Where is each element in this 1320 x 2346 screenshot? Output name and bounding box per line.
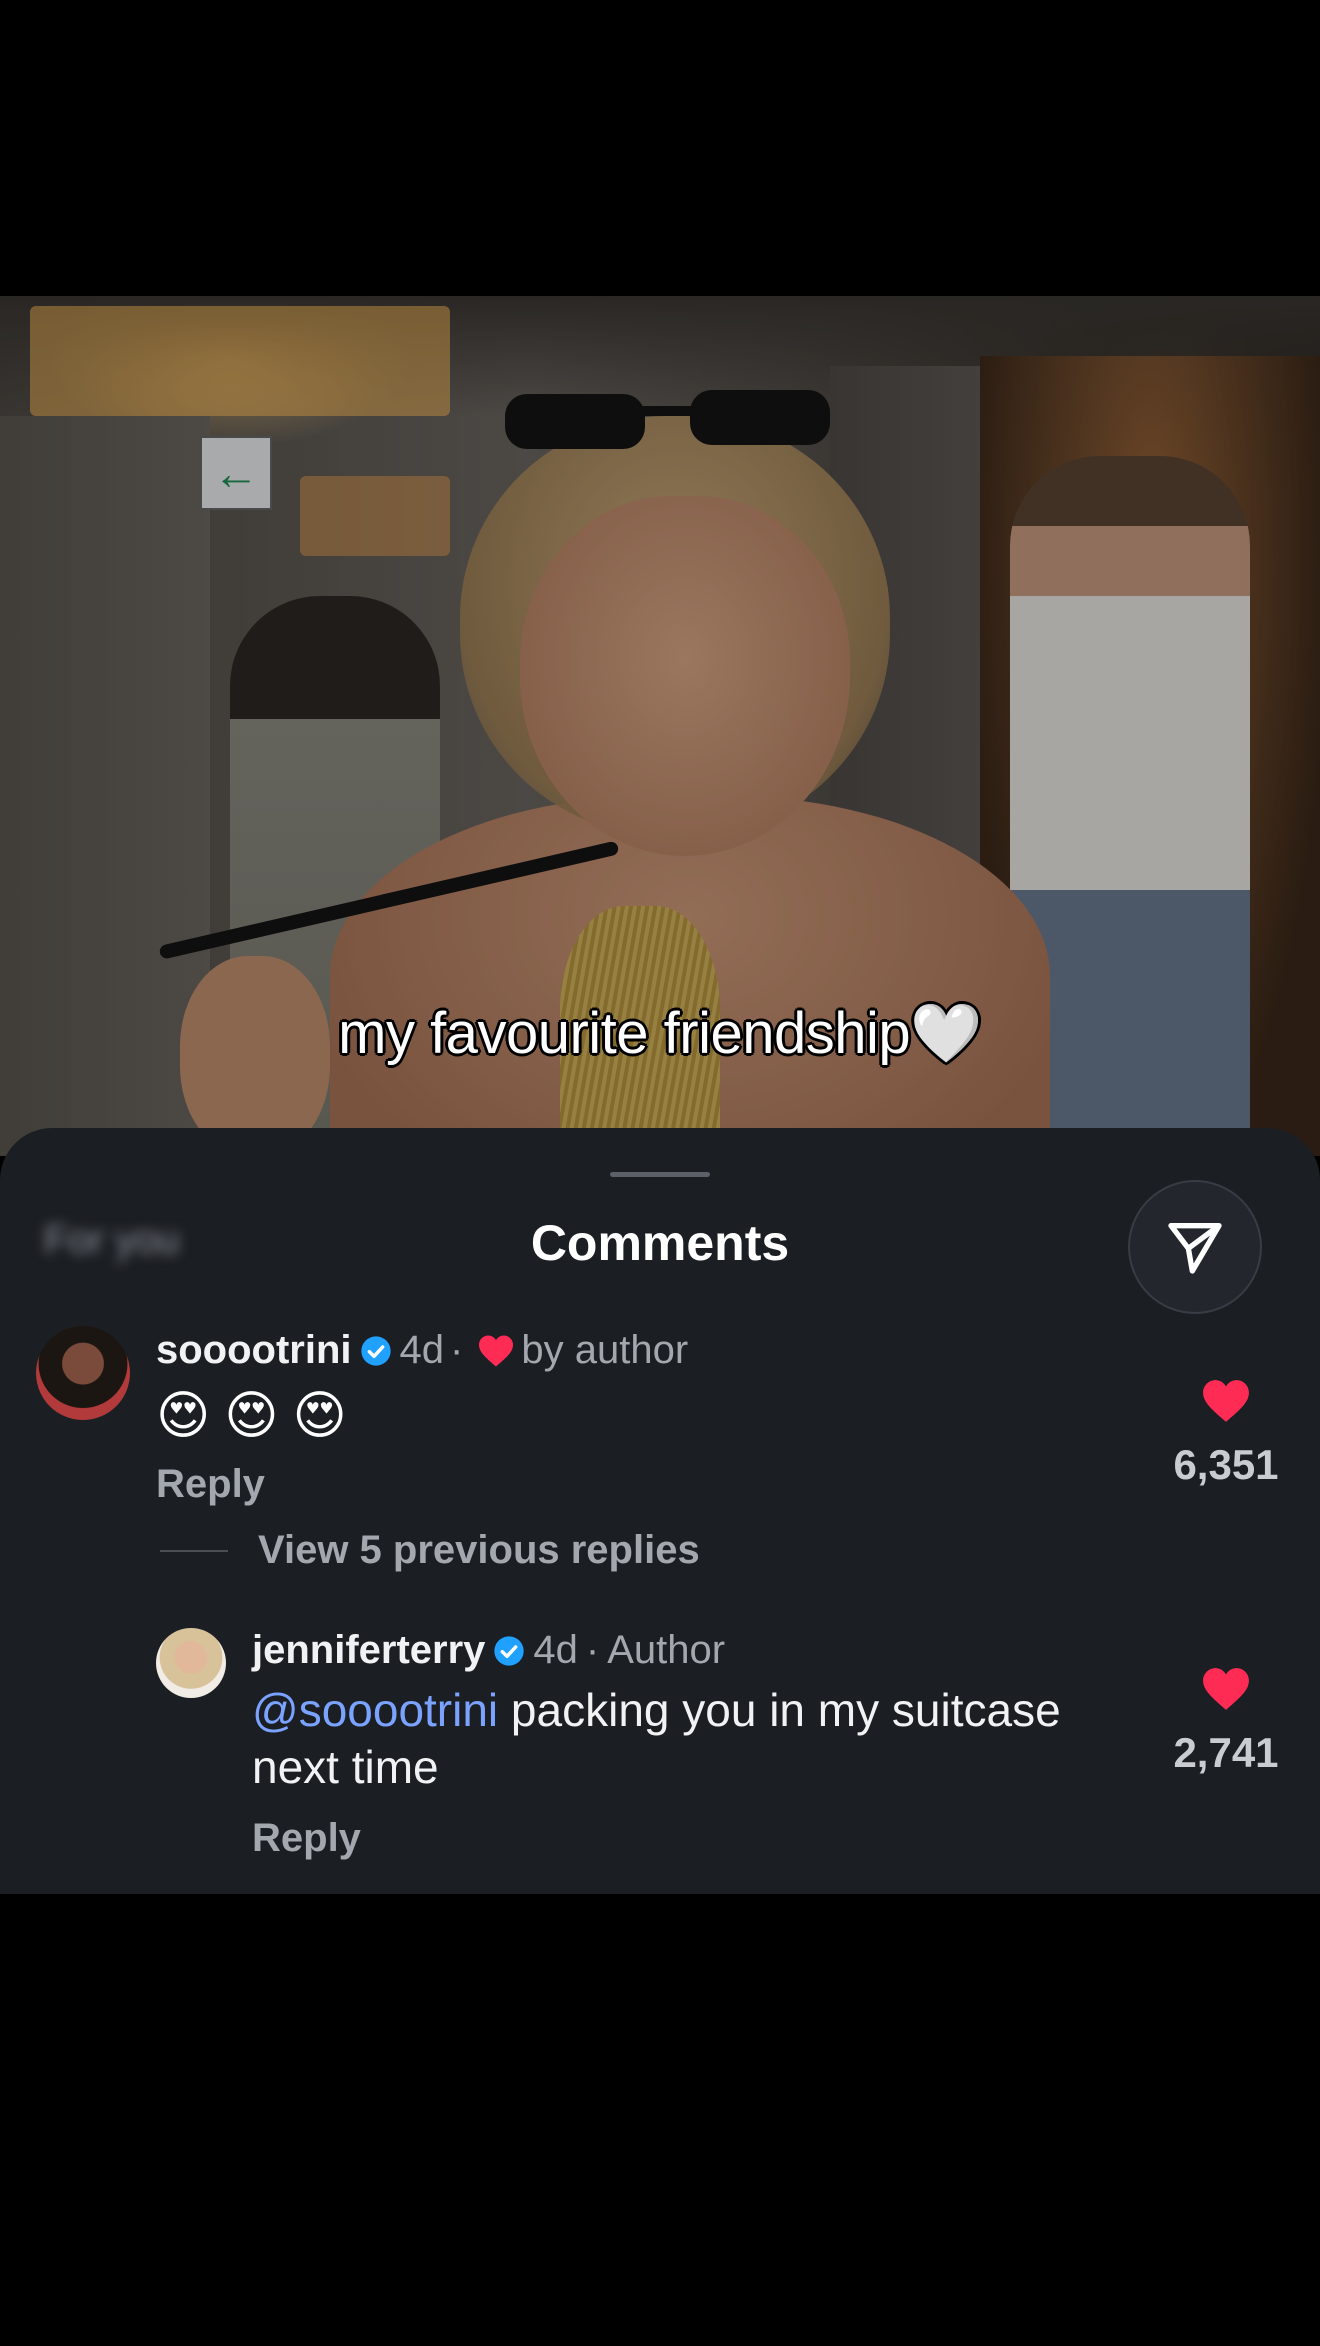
sheet-grabber[interactable] bbox=[610, 1172, 710, 1177]
mention-link[interactable]: @sooootrini bbox=[252, 1684, 498, 1736]
heart-icon bbox=[1203, 1380, 1249, 1422]
avatar[interactable] bbox=[36, 1326, 130, 1420]
author-badge: Author bbox=[607, 1628, 726, 1672]
avatar[interactable] bbox=[156, 1628, 226, 1698]
reply-text-line1: packing you in my suitcase bbox=[498, 1684, 1061, 1736]
verified-icon bbox=[360, 1335, 391, 1366]
caption-text: my favourite friendship bbox=[338, 1001, 911, 1066]
reply-button[interactable]: Reply bbox=[156, 1462, 265, 1507]
reply-button[interactable]: Reply bbox=[252, 1816, 361, 1861]
heart-eyes-emoji: 😍 bbox=[224, 1387, 279, 1445]
verified-icon bbox=[494, 1635, 525, 1666]
reply-meta: jenniferterry 4d · Author bbox=[252, 1628, 725, 1673]
video-caption: my favourite friendship🤍 bbox=[0, 1000, 1320, 1068]
liked-by-author-label: by author bbox=[521, 1328, 689, 1372]
reply-time: 4d bbox=[533, 1628, 578, 1672]
reply-text-line2: next time bbox=[252, 1741, 439, 1793]
separator: · bbox=[450, 1328, 464, 1372]
comment-meta: sooootrini 4d · by author bbox=[156, 1328, 688, 1373]
like-count: 2,741 bbox=[1173, 1729, 1279, 1776]
reply-text: @sooootrini packing you in my suitcase n… bbox=[252, 1682, 1152, 1796]
comment-text: 😍 😍 😍 bbox=[156, 1386, 347, 1446]
comments-sheet: For you Comments sooootrini 4d · by auth… bbox=[0, 1128, 1320, 1894]
view-previous-replies-button[interactable]: View 5 previous replies bbox=[160, 1528, 700, 1573]
username[interactable]: sooootrini bbox=[156, 1328, 352, 1373]
liked-by-author-heart-icon bbox=[479, 1335, 514, 1366]
heart-eyes-emoji: 😍 bbox=[156, 1387, 211, 1445]
heart-icon bbox=[1203, 1668, 1249, 1710]
view-replies-label: View 5 previous replies bbox=[258, 1528, 700, 1572]
divider bbox=[160, 1549, 228, 1552]
separator: · bbox=[585, 1628, 600, 1672]
like-button[interactable]: 6,351 bbox=[1156, 1378, 1296, 1489]
share-button[interactable] bbox=[1128, 1180, 1262, 1314]
heart-eyes-emoji: 😍 bbox=[292, 1387, 347, 1445]
like-count: 6,351 bbox=[1173, 1441, 1279, 1488]
send-icon bbox=[1168, 1223, 1222, 1274]
username[interactable]: jenniferterry bbox=[252, 1628, 485, 1673]
like-button[interactable]: 2,741 bbox=[1156, 1666, 1296, 1777]
white-heart-emoji: 🤍 bbox=[910, 1001, 982, 1066]
comment-time: 4d bbox=[399, 1328, 445, 1372]
sheet-title: Comments bbox=[530, 1215, 790, 1271]
